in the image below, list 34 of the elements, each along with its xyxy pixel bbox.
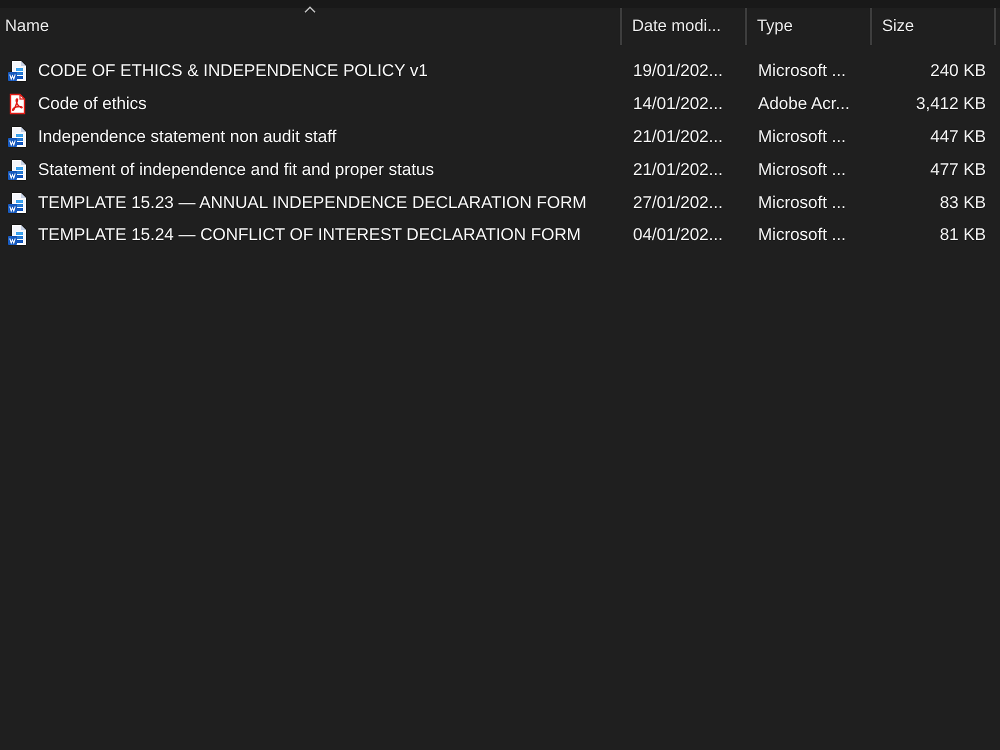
column-header[interactable]: Date modi...	[622, 8, 747, 45]
modified-date: 19/01/202...	[632, 61, 724, 82]
file-name[interactable]: TEMPLATE 15.23 — ANNUAL INDEPENDENCE DECLARATION FORM	[38, 192, 587, 213]
file-size: 447 KB	[930, 126, 986, 147]
word-document-icon	[7, 192, 27, 214]
file-type: Microsoft ...	[757, 192, 847, 213]
file-name[interactable]: Independence statement non audit staff	[38, 126, 336, 147]
modified-date: 21/01/202...	[632, 160, 724, 180]
word-document-icon	[7, 60, 27, 82]
file-type: Microsoft ...	[757, 126, 847, 147]
file-name[interactable]: CODE OF ETHICS & INDEPENDENCE POLICY v1	[38, 61, 428, 82]
modified-date: 14/01/202...	[632, 94, 724, 114]
file-size: 240 KB	[930, 61, 986, 82]
modified-date: 27/01/202...	[632, 192, 724, 213]
file-name[interactable]: TEMPLATE 15.24 — CONFLICT OF INTEREST DECLARATION FORM	[38, 225, 581, 246]
pdf-document-icon	[7, 93, 27, 116]
file-type: Microsoft ...	[757, 61, 847, 82]
file-name[interactable]: Code of ethics	[38, 94, 147, 114]
file-type: Adobe Acr...	[757, 94, 851, 114]
modified-date: 04/01/202...	[632, 225, 724, 246]
word-document-icon	[7, 158, 27, 181]
column-header[interactable]: Type	[747, 8, 872, 45]
file-size: 83 KB	[940, 192, 986, 213]
modified-date: 21/01/202...	[632, 126, 724, 147]
file-size: 477 KB	[930, 160, 986, 180]
file-size: 3,412 KB	[916, 94, 986, 114]
column-header[interactable]: Size	[872, 8, 996, 45]
file-name[interactable]: Statement of independence and fit and proper status	[38, 160, 434, 180]
word-document-icon	[7, 126, 27, 148]
column-header[interactable]: Name	[0, 8, 622, 45]
file-size: 81 KB	[940, 225, 986, 246]
word-document-icon	[7, 224, 27, 246]
file-type: Microsoft ...	[757, 225, 847, 246]
file-type: Microsoft ...	[757, 160, 847, 180]
